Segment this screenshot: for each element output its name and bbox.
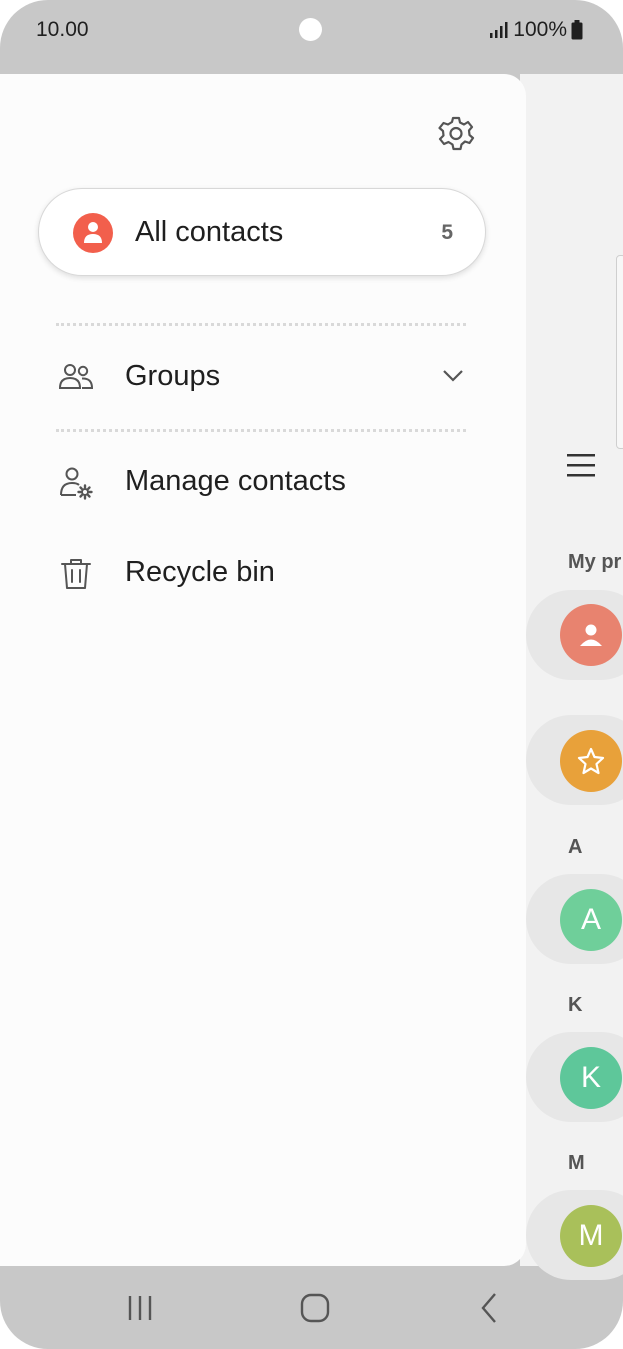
contact-avatar-m: M xyxy=(560,1205,622,1267)
section-k: K xyxy=(568,994,583,1016)
recent-apps-icon[interactable] xyxy=(118,1286,162,1330)
menu-item-groups[interactable]: Groups xyxy=(0,345,526,415)
settings-gear-icon[interactable] xyxy=(436,114,476,154)
contact-avatar-k: K xyxy=(560,1047,622,1109)
favorites-avatar xyxy=(560,730,622,792)
chevron-down-icon[interactable] xyxy=(440,363,466,389)
contact-avatar-a: A xyxy=(560,889,622,951)
status-icons: 100% xyxy=(489,18,583,42)
all-contacts-button[interactable]: All contacts 5 xyxy=(38,188,486,276)
divider xyxy=(56,323,466,326)
trash-icon xyxy=(61,559,91,589)
system-navigation-bar xyxy=(0,1266,623,1349)
section-my-profile: My pr xyxy=(568,551,622,573)
battery-percent: 100% xyxy=(513,18,567,41)
all-contacts-avatar xyxy=(73,213,113,253)
menu-item-groups-label: Groups xyxy=(125,360,221,392)
manage-contacts-icon xyxy=(60,467,93,500)
menu-item-recycle-bin[interactable]: Recycle bin xyxy=(0,541,526,611)
front-camera xyxy=(299,18,322,41)
menu-icon[interactable] xyxy=(566,450,596,480)
back-icon[interactable] xyxy=(468,1286,512,1330)
section-m: M xyxy=(568,1152,585,1174)
my-profile-avatar xyxy=(560,604,622,666)
group-icon xyxy=(58,364,94,389)
menu-item-recycle-bin-label: Recycle bin xyxy=(125,556,275,588)
section-a: A xyxy=(568,836,583,858)
home-icon[interactable] xyxy=(293,1286,337,1330)
menu-item-manage-contacts-label: Manage contacts xyxy=(125,465,346,497)
person-icon xyxy=(580,624,602,646)
phone-screen: 10.00 100% My pr A A K K M M All contact… xyxy=(0,0,623,1349)
all-contacts-count: 5 xyxy=(441,221,453,244)
battery-icon xyxy=(571,20,583,40)
background-search-bar xyxy=(616,255,623,449)
status-time: 10.00 xyxy=(36,18,89,41)
divider xyxy=(56,429,466,432)
person-icon xyxy=(84,222,102,243)
navigation-drawer: All contacts 5 Groups Manage contacts Re… xyxy=(0,74,526,1266)
star-icon xyxy=(577,747,605,775)
signal-icon xyxy=(490,22,508,38)
all-contacts-label: All contacts xyxy=(135,216,284,248)
menu-item-manage-contacts[interactable]: Manage contacts xyxy=(0,450,526,520)
